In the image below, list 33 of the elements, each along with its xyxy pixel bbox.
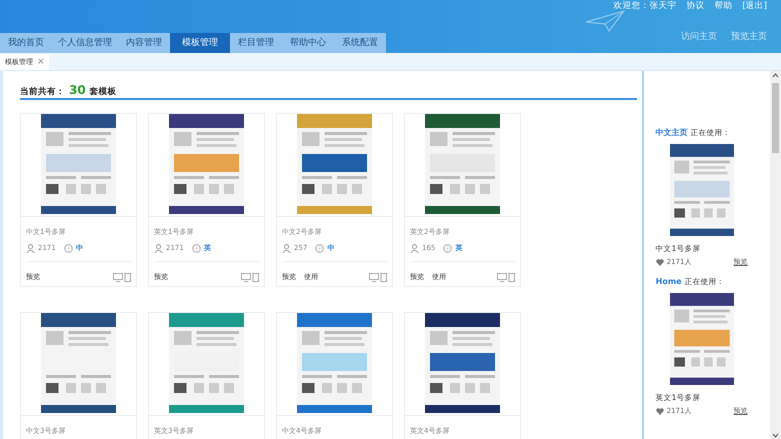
header-link[interactable]: 帮助 — [714, 0, 732, 12]
device-icon — [497, 272, 515, 282]
heart-icon — [656, 258, 664, 266]
globe-icon — [192, 244, 201, 252]
globe-icon — [315, 244, 324, 252]
device-icon — [113, 272, 131, 282]
header-link[interactable]: 协议 — [686, 0, 704, 12]
close-icon[interactable]: × — [37, 57, 45, 67]
nav-tab[interactable]: 系统配置 — [334, 33, 386, 53]
template-count: 30 — [69, 83, 86, 97]
nav-tab[interactable]: 帮助中心 — [282, 33, 334, 53]
user-icon — [154, 244, 163, 252]
site-link[interactable]: 中文主页 — [656, 127, 688, 138]
heart-icon — [656, 408, 664, 414]
user-icon — [282, 244, 291, 252]
header-link[interactable]: [退出] — [742, 0, 767, 12]
nav-tab[interactable]: 我的首页 — [0, 33, 52, 53]
user-icon — [26, 244, 35, 252]
nav-tab[interactable]: 个人信息管理 — [52, 33, 118, 53]
summary-unit: 套模板 — [90, 86, 117, 98]
globe-icon — [64, 244, 73, 252]
device-icon — [369, 272, 387, 282]
nav-tab[interactable]: 内容管理 — [118, 33, 170, 53]
user-icon — [410, 244, 419, 252]
summary-label: 当前共有： — [20, 86, 65, 98]
device-icon — [241, 272, 259, 282]
paper-plane-icon — [585, 10, 625, 32]
nav-tab[interactable]: 模板管理 — [170, 33, 230, 53]
scrollbar[interactable] — [770, 71, 781, 439]
globe-icon — [443, 244, 452, 252]
welcome-text: 欢迎您：张天宇 — [613, 0, 676, 12]
nav-tab[interactable]: 栏目管理 — [230, 33, 282, 53]
site-link[interactable]: Home — [656, 277, 682, 286]
